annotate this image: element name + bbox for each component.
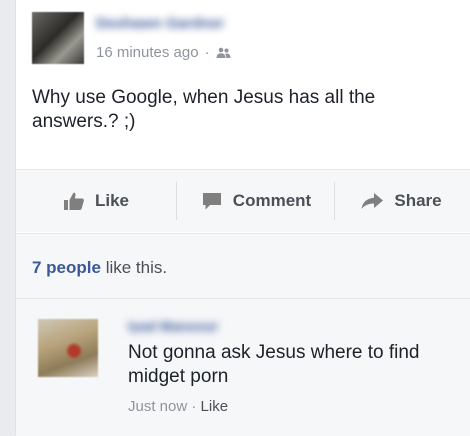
comment-meta: Just now · Like xyxy=(128,398,228,415)
share-button[interactable]: Share xyxy=(341,170,461,232)
poster-avatar[interactable] xyxy=(32,12,84,64)
likes-summary: 7 people like this. xyxy=(16,233,470,298)
post-timestamp[interactable]: 16 minutes ago xyxy=(96,44,199,61)
thumbs-up-icon xyxy=(63,191,85,211)
likes-count-link[interactable]: 7 people xyxy=(32,258,101,277)
post-card: Deshawn Gardner 16 minutes ago · Why use… xyxy=(15,0,470,436)
comment-timestamp[interactable]: Just now xyxy=(128,398,187,415)
likes-suffix: like this. xyxy=(100,258,168,277)
commenter-name[interactable]: Iyad Mansour xyxy=(128,319,268,333)
action-separator xyxy=(334,182,335,220)
speech-bubble-icon xyxy=(201,191,223,211)
comment: Iyad Mansour Not gonna ask Jesus where t… xyxy=(16,298,470,436)
share-arrow-icon xyxy=(360,191,384,211)
meta-separator: · xyxy=(204,44,210,61)
poster-name[interactable]: Deshawn Gardner xyxy=(96,16,266,32)
like-button[interactable]: Like xyxy=(36,170,156,232)
like-label: Like xyxy=(94,191,130,210)
post-text: Why use Google, when Jesus has all the a… xyxy=(32,87,376,132)
comment-label: Comment xyxy=(232,191,312,210)
friends-icon[interactable] xyxy=(216,47,231,59)
action-bar: Like Comment Share xyxy=(16,170,470,232)
comment-meta-separator: · xyxy=(187,398,201,415)
comment-like-link[interactable]: Like xyxy=(201,398,229,415)
post-header: Deshawn Gardner 16 minutes ago · xyxy=(16,0,470,70)
likes-text: 7 people like this. xyxy=(32,258,167,278)
post-meta: 16 minutes ago · xyxy=(96,44,231,61)
share-label: Share xyxy=(394,191,442,210)
action-separator xyxy=(176,182,177,220)
comment-button[interactable]: Comment xyxy=(186,170,326,232)
comment-text: Not gonna ask Jesus where to find midget… xyxy=(128,342,420,387)
commenter-avatar[interactable] xyxy=(38,319,98,377)
